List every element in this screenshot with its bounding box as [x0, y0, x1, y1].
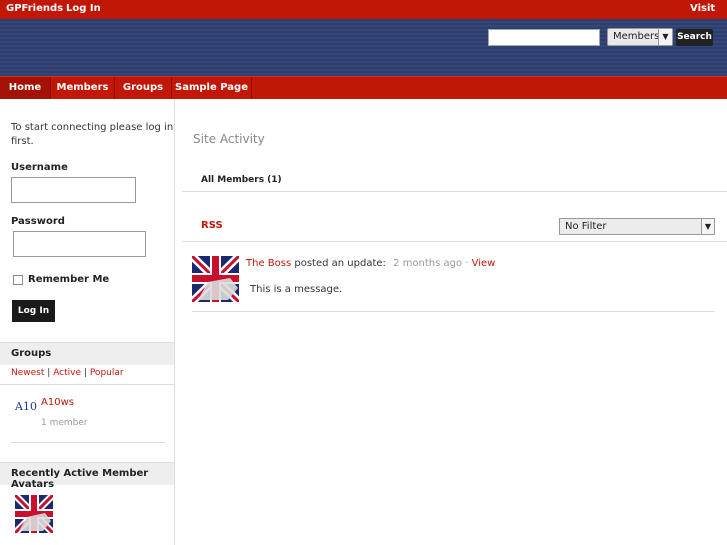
login-intro-line1: To start connecting please log in — [11, 122, 174, 133]
activity-user-link[interactable]: The Boss — [246, 258, 291, 269]
username-field[interactable] — [11, 177, 136, 203]
groups-filter-newest[interactable]: Newest — [11, 368, 44, 378]
group-member-count: 1 member — [41, 418, 88, 428]
divider — [182, 241, 727, 242]
group-name-link[interactable]: A10ws — [41, 397, 74, 408]
activity-filter-value: No Filter — [565, 221, 607, 232]
groups-filter-links: Newest | Active | Popular — [11, 368, 124, 378]
nav-item-sample-page[interactable]: Sample Page — [172, 77, 252, 99]
tab-all-members[interactable]: All Members (1) — [201, 175, 282, 185]
main-nav: Home Members Groups Sample Page — [0, 76, 727, 99]
login-intro-line2: first. — [11, 136, 34, 147]
group-logo[interactable]: A10 — [14, 398, 37, 420]
groups-widget-header: Groups — [0, 342, 174, 365]
activity-dot-separator: · — [462, 258, 472, 269]
search-input[interactable] — [488, 29, 600, 46]
activity-header: The Boss posted an update: 2 months ago … — [246, 258, 495, 269]
filter-separator: | — [83, 368, 87, 378]
remember-me-label: Remember Me — [28, 274, 110, 285]
chevron-down-icon: ▼ — [658, 29, 672, 45]
groups-filter-popular[interactable]: Popular — [90, 368, 124, 378]
divider — [11, 442, 165, 443]
site-name-link[interactable]: GPFriends — [6, 3, 63, 14]
divider — [192, 311, 715, 312]
site-header: Members ▼ Search — [0, 19, 727, 76]
search-scope-value: Members — [613, 31, 660, 42]
password-label: Password — [11, 216, 65, 227]
admin-login-link[interactable]: Log In — [66, 3, 101, 14]
recent-member-avatar[interactable] — [15, 495, 53, 533]
groups-widget-title: Groups — [11, 348, 52, 359]
nav-item-groups[interactable]: Groups — [115, 77, 172, 99]
divider — [0, 384, 174, 385]
search-scope-select[interactable]: Members ▼ — [607, 28, 673, 46]
activity-message: This is a message. — [250, 284, 343, 295]
groups-filter-active[interactable]: Active — [53, 368, 81, 378]
nav-item-home[interactable]: Home — [0, 77, 51, 99]
visit-link[interactable]: Visit — [690, 3, 715, 14]
recent-avatars-title: Recently Active Member Avatars — [11, 468, 149, 490]
search-button[interactable]: Search — [676, 29, 713, 46]
activity-filter-select[interactable]: No Filter ▼ — [559, 218, 715, 235]
login-button[interactable]: Log In — [12, 300, 55, 322]
activity-user-avatar[interactable] — [192, 256, 239, 302]
rss-link[interactable]: RSS — [201, 220, 223, 231]
main-content: Site Activity All Members (1) RSS No Fil… — [176, 99, 727, 545]
recent-avatars-widget-header: Recently Active Member Avatars — [0, 462, 174, 490]
sidebar: To start connecting please log in first.… — [0, 99, 175, 545]
activity-action: posted an update: — [291, 258, 386, 269]
admin-bar: GPFriends Log In Visit — [0, 0, 727, 19]
group-logo-text: A10 — [15, 400, 37, 413]
page-title: Site Activity — [193, 132, 265, 146]
username-label: Username — [11, 162, 68, 173]
nav-item-members[interactable]: Members — [51, 77, 115, 99]
filter-separator: | — [47, 368, 51, 378]
divider — [182, 191, 727, 192]
activity-time[interactable]: 2 months ago — [393, 258, 462, 269]
activity-view-link[interactable]: View — [472, 258, 496, 269]
remember-me-checkbox[interactable] — [13, 275, 23, 285]
password-field[interactable] — [13, 231, 146, 257]
chevron-down-icon: ▼ — [701, 219, 714, 234]
